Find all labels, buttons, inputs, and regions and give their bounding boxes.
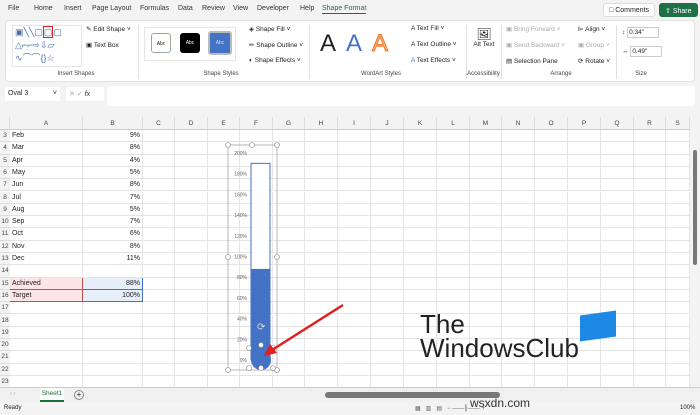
status-ready: Ready xyxy=(4,405,22,411)
sheet-tab-sheet1[interactable]: Sheet1 xyxy=(40,388,64,402)
sheet-nav-arrows[interactable]: ‹ › xyxy=(10,391,16,397)
axis-label: 60% xyxy=(237,296,248,302)
selection-handle xyxy=(258,342,264,348)
selection-handle xyxy=(225,367,231,373)
watermark-logo: The WindowsClub xyxy=(420,309,579,363)
selection-handle xyxy=(225,142,231,148)
status-bar: Ready ▦ ▥ ▤ − ——┃—— + 100% wsxdn.com xyxy=(0,396,700,415)
windows-logo-icon xyxy=(580,310,616,342)
red-arrow-icon xyxy=(271,303,344,352)
selection-handle xyxy=(270,365,276,371)
selection-handle xyxy=(225,254,231,260)
axis-label: 160% xyxy=(234,192,247,198)
axis-label: 40% xyxy=(237,317,248,323)
sheet-tabs-bar: ‹ › Sheet1 + xyxy=(0,387,700,402)
axis-label: 80% xyxy=(237,275,248,281)
selection-handle xyxy=(246,365,252,371)
axis-label: 140% xyxy=(234,213,247,219)
axis-label: 0% xyxy=(240,358,248,364)
axis-label: 180% xyxy=(234,172,247,178)
axis-label: 20% xyxy=(237,337,248,343)
selection-handle xyxy=(258,365,264,371)
selection-handle xyxy=(249,142,255,148)
selection-handle xyxy=(246,345,252,351)
selection-handle xyxy=(274,142,280,148)
rotate-handle-icon: ⟳ xyxy=(257,322,266,333)
zoom-level: 100% xyxy=(680,405,696,411)
thermometer-chart[interactable]: 200% 180% 160% 140% 120% 100% 80% 60% 40% 20% 0% ⟳ xyxy=(0,0,700,415)
site-watermark: wsxdn.com xyxy=(470,396,531,410)
axis-label: 200% xyxy=(234,151,247,157)
selection-handle xyxy=(274,254,280,260)
axis-label: 120% xyxy=(234,234,247,240)
axis-label: 100% xyxy=(234,255,247,261)
add-sheet-button[interactable]: + xyxy=(74,390,84,400)
